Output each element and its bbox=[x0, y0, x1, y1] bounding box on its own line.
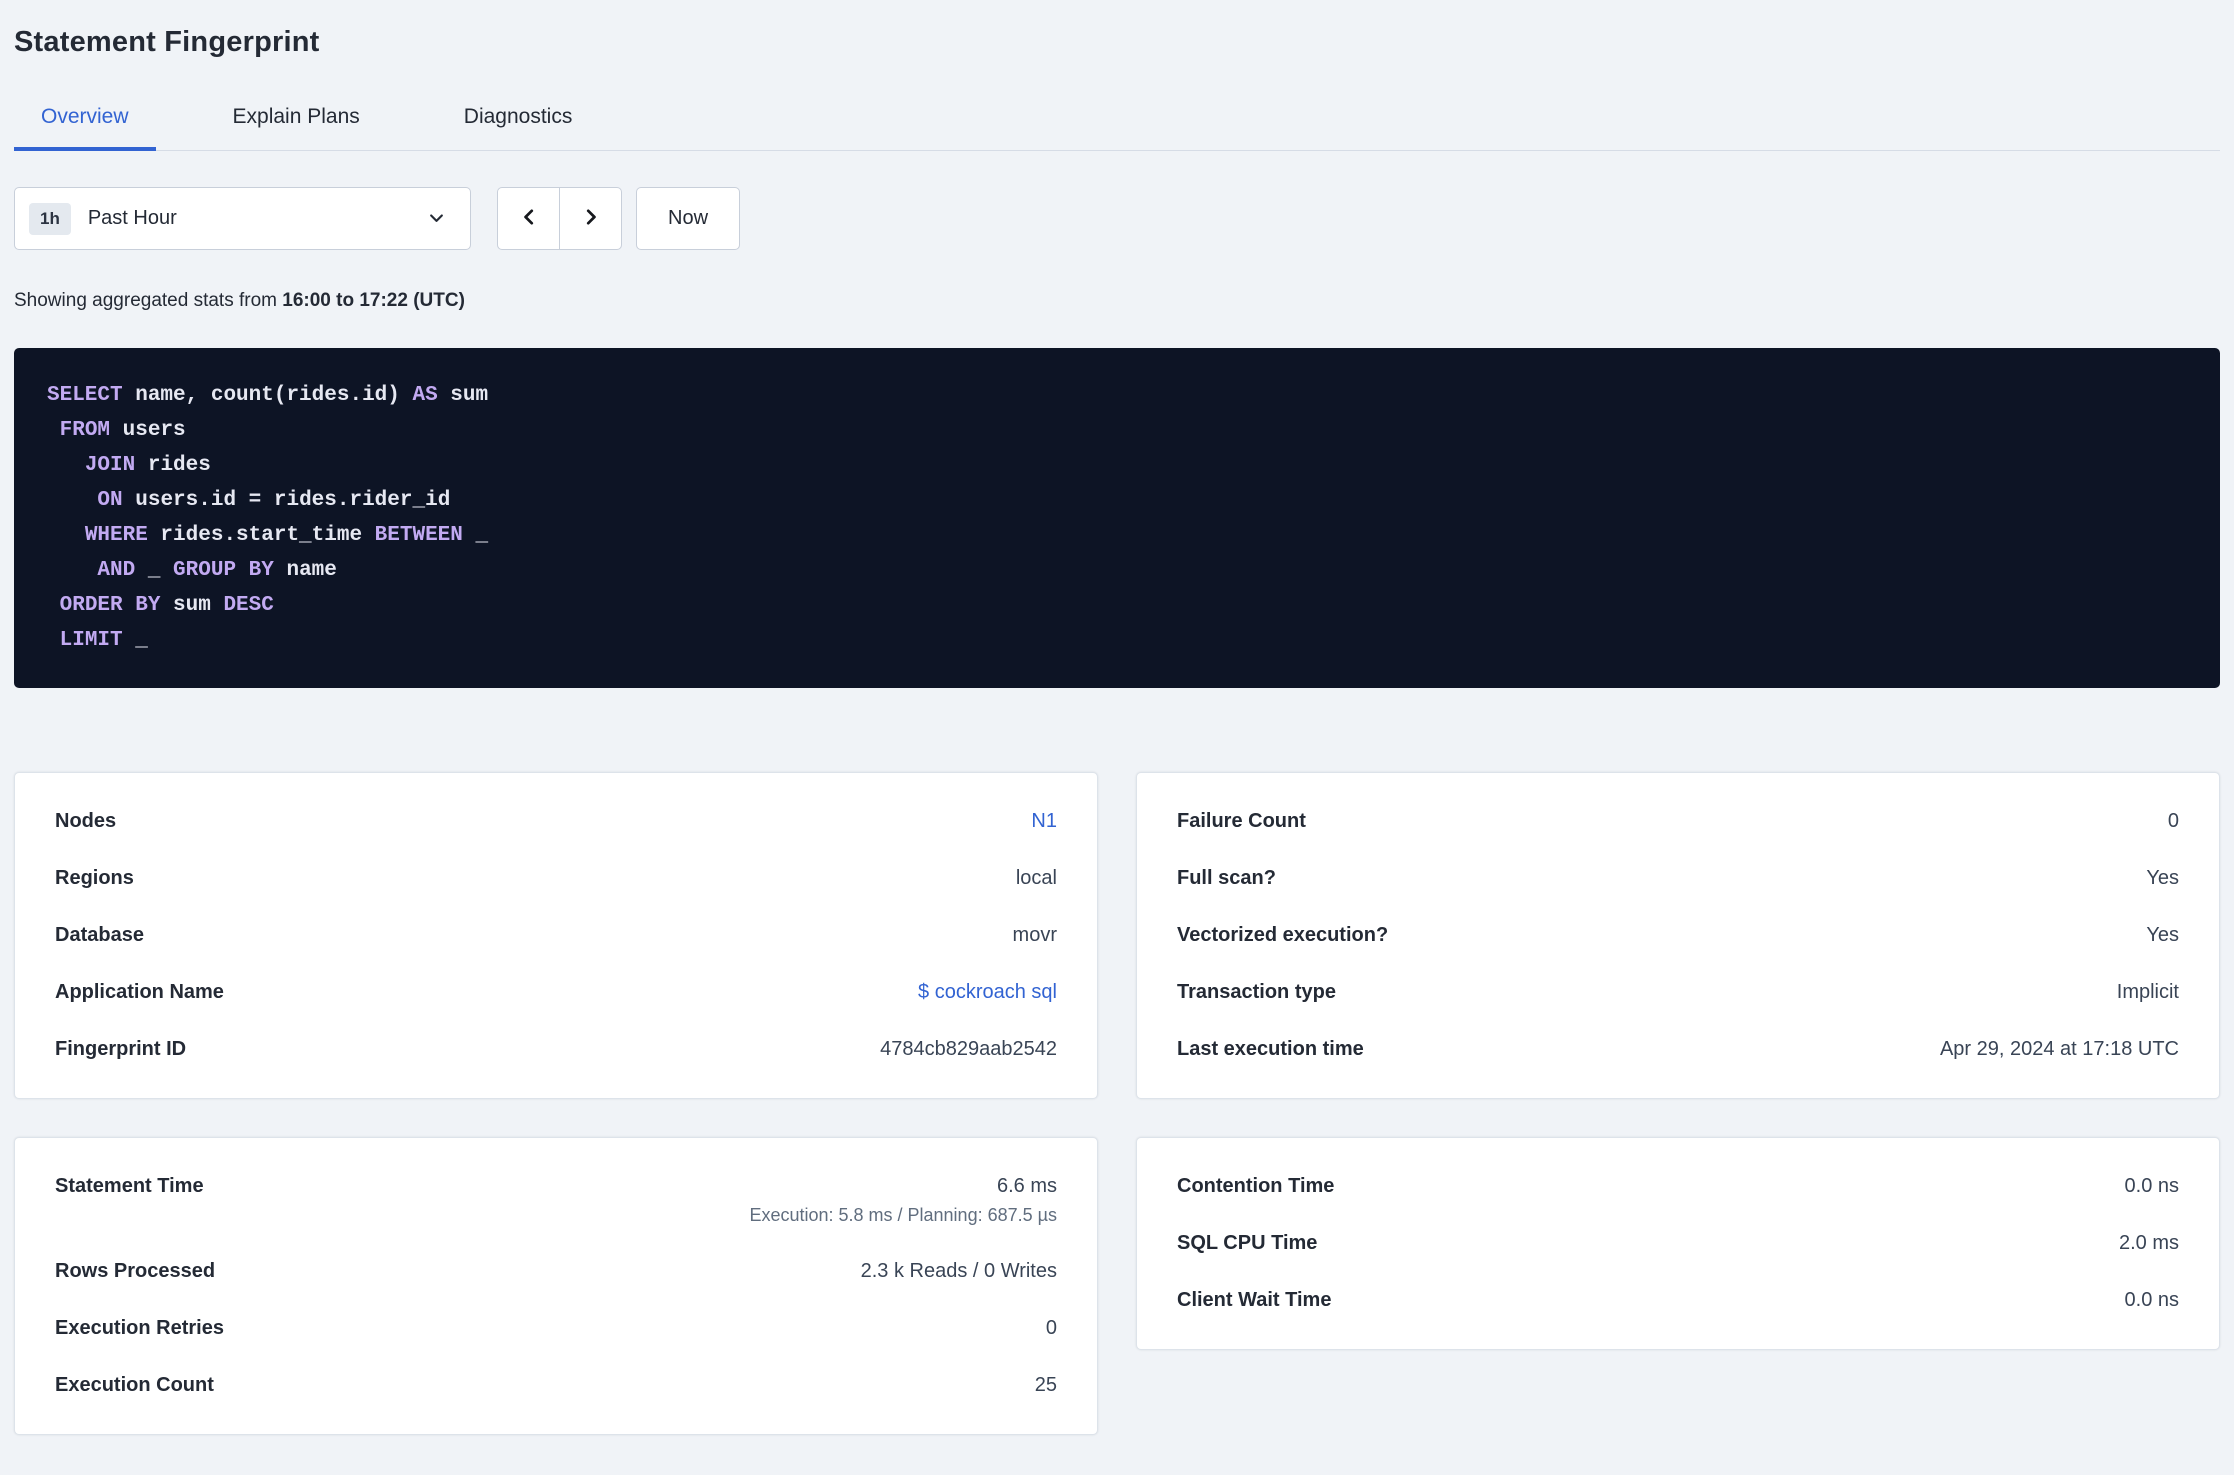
now-button[interactable]: Now bbox=[636, 187, 741, 250]
regions-value: local bbox=[1015, 867, 1057, 889]
sql-line: SELECT name, count(rides.id) AS sum bbox=[47, 384, 489, 407]
table-row: Client Wait Time 0.0 ns bbox=[1177, 1272, 2179, 1329]
database-label: Database bbox=[55, 924, 144, 946]
time-range-arrows bbox=[497, 187, 622, 250]
execution-count-value: 25 bbox=[1034, 1374, 1057, 1396]
table-row: Execution Retries 0 bbox=[55, 1300, 1057, 1357]
rows-processed-value: 2.3 k Reads / 0 Writes bbox=[860, 1260, 1057, 1282]
statement-time-breakdown: Execution: 5.8 ms / Planning: 687.5 µs bbox=[749, 1205, 1057, 1225]
chevron-right-icon bbox=[580, 206, 602, 231]
sql-cpu-time-value: 2.0 ms bbox=[2118, 1232, 2179, 1254]
application-name-label: Application Name bbox=[55, 981, 224, 1003]
full-scan-label: Full scan? bbox=[1177, 867, 1276, 889]
time-range-dropdown[interactable]: 1h Past Hour bbox=[14, 187, 471, 250]
aggregated-stats-line: Showing aggregated stats from 16:00 to 1… bbox=[14, 290, 2220, 312]
last-execution-time-value: Apr 29, 2024 at 17:18 UTC bbox=[1939, 1038, 2179, 1060]
table-row: Rows Processed 2.3 k Reads / 0 Writes bbox=[55, 1243, 1057, 1300]
sql-line: LIMIT _ bbox=[59, 629, 148, 652]
table-row: Statement Time 6.6 ms Execution: 5.8 ms … bbox=[55, 1158, 1057, 1243]
table-row: Application Name $ cockroach sql bbox=[55, 964, 1057, 1021]
transaction-type-label: Transaction type bbox=[1177, 981, 1336, 1003]
table-row: Failure Count 0 bbox=[1177, 793, 2179, 850]
table-row: Database movr bbox=[55, 907, 1057, 964]
table-row: Transaction type Implicit bbox=[1177, 964, 2179, 1021]
table-row: Execution Count 25 bbox=[55, 1357, 1057, 1414]
table-row: Regions local bbox=[55, 850, 1057, 907]
sql-code: SELECT name, count(rides.id) AS sum FROM… bbox=[47, 378, 2187, 658]
sql-statement-box: SELECT name, count(rides.id) AS sum FROM… bbox=[14, 348, 2220, 688]
client-wait-time-label: Client Wait Time bbox=[1177, 1289, 1332, 1311]
statement-time-value: 6.6 ms bbox=[996, 1175, 1057, 1197]
timing-cards: Statement Time 6.6 ms Execution: 5.8 ms … bbox=[14, 1137, 2220, 1435]
table-row: Contention Time 0.0 ns bbox=[1177, 1158, 2179, 1215]
previous-range-button[interactable] bbox=[497, 187, 560, 250]
statement-time-card: Statement Time 6.6 ms Execution: 5.8 ms … bbox=[14, 1137, 1098, 1435]
tab-bar: Overview Explain Plans Diagnostics bbox=[14, 97, 2220, 151]
sql-line: JOIN rides bbox=[84, 454, 211, 477]
stats-prefix: Showing aggregated stats from bbox=[14, 290, 283, 311]
fingerprint-id-label: Fingerprint ID bbox=[55, 1038, 187, 1060]
statement-time-label: Statement Time bbox=[55, 1175, 204, 1197]
nodes-value-link[interactable]: N1 bbox=[1031, 810, 1057, 833]
sql-line: WHERE rides.start_time BETWEEN _ bbox=[84, 524, 489, 547]
page-title: Statement Fingerprint bbox=[14, 26, 320, 58]
fingerprint-id-value: 4784cb829aab2542 bbox=[880, 1038, 1057, 1060]
details-cards: Nodes N1 Regions local Database movr App… bbox=[14, 772, 2220, 1099]
statement-time-value-block: 6.6 ms Execution: 5.8 ms / Planning: 687… bbox=[749, 1175, 1057, 1226]
chevron-left-icon bbox=[518, 206, 540, 231]
sql-line: ON users.id = rides.rider_id bbox=[97, 489, 451, 512]
sql-cpu-time-label: SQL CPU Time bbox=[1177, 1232, 1318, 1254]
tab-diagnostics[interactable]: Diagnostics bbox=[437, 97, 600, 151]
table-row: Fingerprint ID 4784cb829aab2542 bbox=[55, 1021, 1057, 1078]
sql-line: FROM users bbox=[59, 419, 186, 442]
chevron-down-icon bbox=[427, 209, 446, 228]
execution-count-label: Execution Count bbox=[55, 1374, 214, 1396]
execution-attributes-card: Failure Count 0 Full scan? Yes Vectorize… bbox=[1136, 772, 2220, 1099]
contention-time-label: Contention Time bbox=[1177, 1175, 1335, 1197]
table-row: Vectorized execution? Yes bbox=[1177, 907, 2179, 964]
nodes-label: Nodes bbox=[55, 810, 117, 832]
time-range-label: Past Hour bbox=[87, 207, 177, 229]
tab-explain-plans[interactable]: Explain Plans bbox=[206, 97, 387, 151]
rows-processed-label: Rows Processed bbox=[55, 1260, 216, 1282]
wait-times-card: Contention Time 0.0 ns SQL CPU Time 2.0 … bbox=[1136, 1137, 2220, 1350]
client-wait-time-value: 0.0 ns bbox=[2124, 1289, 2179, 1311]
statement-fingerprint-page: Statement Fingerprint Overview Explain P… bbox=[0, 0, 2234, 1475]
failure-count-value: 0 bbox=[2167, 810, 2179, 832]
regions-label: Regions bbox=[55, 867, 134, 889]
application-name-link[interactable]: $ cockroach sql bbox=[918, 981, 1057, 1004]
time-controls: 1h Past Hour Now bbox=[14, 187, 2220, 250]
stats-time-range: 16:00 to 17:22 (UTC) bbox=[282, 290, 465, 311]
transaction-type-value: Implicit bbox=[2116, 981, 2179, 1003]
database-value: movr bbox=[1012, 924, 1057, 946]
execution-retries-label: Execution Retries bbox=[55, 1317, 224, 1339]
last-execution-time-label: Last execution time bbox=[1177, 1038, 1364, 1060]
sql-line: ORDER BY sum DESC bbox=[59, 594, 274, 617]
failure-count-label: Failure Count bbox=[1177, 810, 1306, 832]
table-row: Nodes N1 bbox=[55, 793, 1057, 850]
next-range-button[interactable] bbox=[559, 187, 622, 250]
sql-line: AND _ GROUP BY name bbox=[97, 559, 337, 582]
tab-overview[interactable]: Overview bbox=[14, 97, 156, 151]
table-row: SQL CPU Time 2.0 ms bbox=[1177, 1215, 2179, 1272]
table-row: Last execution time Apr 29, 2024 at 17:1… bbox=[1177, 1021, 2179, 1078]
execution-retries-value: 0 bbox=[1045, 1317, 1057, 1339]
vectorized-execution-value: Yes bbox=[2146, 924, 2179, 946]
vectorized-execution-label: Vectorized execution? bbox=[1177, 924, 1389, 946]
contention-time-value: 0.0 ns bbox=[2124, 1175, 2179, 1197]
table-row: Full scan? Yes bbox=[1177, 850, 2179, 907]
statement-details-card: Nodes N1 Regions local Database movr App… bbox=[14, 772, 1098, 1099]
full-scan-value: Yes bbox=[2146, 867, 2179, 889]
time-range-badge: 1h bbox=[29, 202, 71, 235]
